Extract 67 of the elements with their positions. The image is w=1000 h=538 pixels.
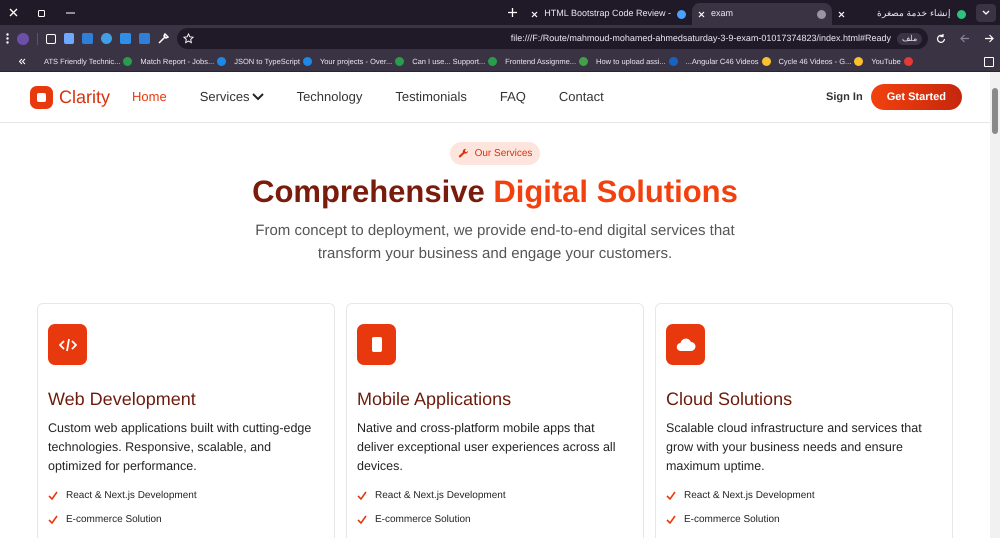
- new-tab-icon[interactable]: [508, 8, 518, 17]
- section-subtitle: From concept to deployment, we provide end-to-end digital services that transform your business and engage your customers.: [254, 221, 736, 264]
- minimize-icon[interactable]: [66, 12, 75, 14]
- feature-text: React & Next.js Development: [684, 489, 815, 503]
- card-description: Native and cross-platform mobile apps that deliver exceptional user experiences across all devices.: [357, 420, 616, 475]
- nav-link[interactable]: Contact: [558, 87, 604, 107]
- check-icon: [357, 515, 367, 524]
- logo-icon[interactable]: [30, 86, 53, 108]
- eyedropper-icon[interactable]: [158, 33, 169, 44]
- browser-tab[interactable]: HTML Bootstrap Code Review -: [525, 3, 692, 25]
- tab-favicon: [817, 10, 826, 18]
- extensions-icon[interactable]: [46, 34, 56, 44]
- site-info-chip[interactable]: ملف: [897, 32, 922, 44]
- scrollbar[interactable]: [990, 72, 1000, 538]
- chevron-down-icon: [982, 10, 990, 15]
- nav-link[interactable]: FAQ: [500, 87, 526, 107]
- close-tab-icon[interactable]: [698, 10, 705, 18]
- check-icon: [48, 515, 58, 524]
- check-icon: [666, 515, 676, 524]
- feature-text: E-commerce Solution: [684, 513, 780, 527]
- card-title: Web Development: [48, 388, 197, 411]
- nav-link[interactable]: Services: [200, 87, 264, 107]
- sign-in-link[interactable]: Sign In: [826, 88, 863, 106]
- collapse-icon[interactable]: [18, 58, 26, 65]
- restore-icon[interactable]: [38, 8, 46, 16]
- check-icon: [666, 491, 676, 500]
- close-icon[interactable]: [9, 8, 18, 17]
- back-icon[interactable]: [960, 34, 970, 43]
- tab-title: HTML Bootstrap Code Review -: [544, 7, 671, 20]
- browser-tab[interactable]: exam: [692, 3, 832, 25]
- check-icon: [48, 491, 58, 500]
- nav-link[interactable]: Testimonials: [395, 87, 467, 107]
- tab-title: إنشاء خدمة مصغرة: [876, 7, 951, 20]
- feature-text: E-commerce Solution: [66, 513, 162, 527]
- cloud-icon: [676, 338, 696, 352]
- apps-icon[interactable]: [984, 56, 994, 66]
- star-icon[interactable]: [183, 33, 194, 44]
- tab-favicon: [677, 10, 686, 18]
- forward-icon[interactable]: [984, 34, 994, 43]
- tab-title: exam: [711, 7, 734, 20]
- tab-menu-button[interactable]: [976, 4, 996, 22]
- tab-favicon: [957, 10, 966, 18]
- reload-icon[interactable]: [936, 34, 946, 44]
- close-tab-icon[interactable]: [838, 10, 845, 18]
- code-icon: [58, 338, 76, 352]
- check-icon: [357, 491, 367, 500]
- card-description: Scalable cloud infrastructure and services that grow with your business needs and ensure maximum uptime.: [666, 420, 923, 475]
- card-title: Cloud Solutions: [666, 388, 794, 411]
- feature-text: React & Next.js Development: [66, 489, 197, 503]
- phone-icon: [372, 337, 382, 352]
- url-text: file:///F:/Route/mahmoud-mohamed-ahmedsaturday-3-9-exam-01017374823/index.html#Ready: [510, 32, 891, 45]
- extension-icon[interactable]: [64, 33, 74, 44]
- extension-icon[interactable]: [101, 33, 112, 44]
- section-title: Comprehensive Digital Solutions: [252, 173, 738, 211]
- nav-link[interactable]: Technology: [296, 87, 362, 107]
- get-started-button[interactable]: Get Started: [870, 84, 962, 110]
- feature-text: React & Next.js Development: [375, 489, 506, 503]
- card-description: Custom web applications built with cutting-edge technologies. Responsive, scalable, and optimized for performance.: [48, 420, 312, 475]
- menu-icon[interactable]: [6, 33, 9, 44]
- brand-name[interactable]: Clarity: [59, 84, 110, 110]
- nav-link[interactable]: Home: [132, 87, 167, 107]
- close-tab-icon[interactable]: [531, 10, 538, 18]
- card-title: Mobile Applications: [357, 388, 512, 411]
- wrench-icon: [458, 148, 469, 159]
- section-badge: Our Services: [450, 142, 540, 165]
- feature-text: E-commerce Solution: [375, 513, 471, 527]
- browser-tab[interactable]: إنشاء خدمة مصغرة: [832, 3, 972, 25]
